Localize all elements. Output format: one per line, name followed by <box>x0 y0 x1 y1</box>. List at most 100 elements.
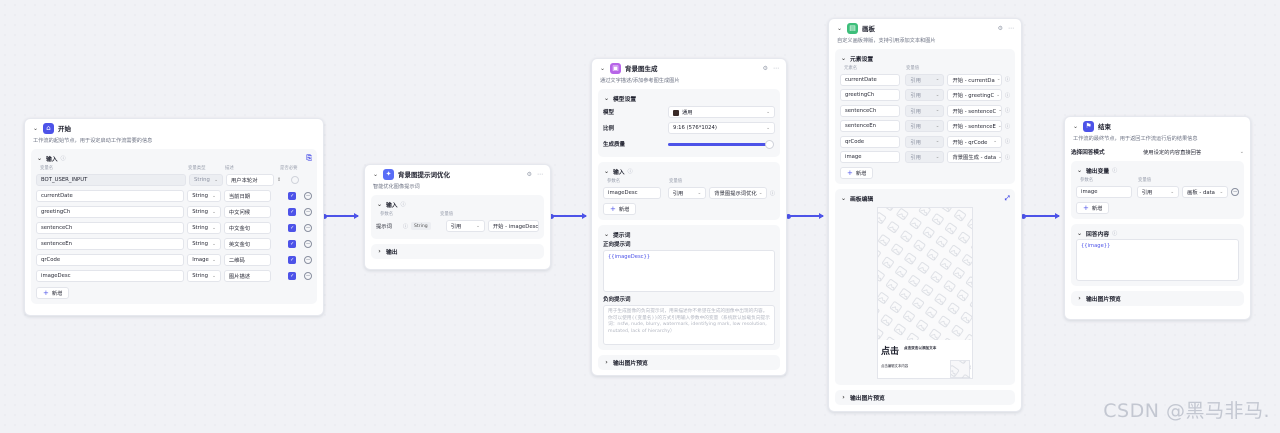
image-output-section[interactable]: › 输出图片预览 <box>598 355 780 370</box>
ref-value-select[interactable]: 开始 - imageDesc⌄ <box>487 220 540 232</box>
ref-type-select[interactable]: 引用 ⌄ <box>905 120 945 133</box>
ref-value-select[interactable]: 背景图生成 - data ⌄ <box>947 151 1002 164</box>
variable-type-select[interactable]: String ⌄ <box>187 222 221 234</box>
add-element-button[interactable]: + 新增 <box>840 167 874 179</box>
slider-handle[interactable] <box>765 139 774 149</box>
ref-value-select[interactable]: 画板 - data ⌄ <box>1182 186 1229 198</box>
expand-icon[interactable]: ⤢ <box>1005 194 1010 203</box>
collapse-chevron-icon[interactable]: ⌄ <box>376 201 383 208</box>
required-checkbox[interactable]: ✓ <box>288 224 297 232</box>
expand-chevron-icon[interactable]: › <box>1076 295 1083 302</box>
workflow-canvas[interactable]: ⌄ ⌂ 开始 工作流的起始节点，用于设定启动工作流需要的信息 ⌄ 输入 ⓘ ⎘ … <box>0 0 1280 433</box>
end-output-section[interactable]: › 输出图片预览 <box>1071 291 1244 306</box>
remove-icon[interactable]: − <box>304 240 312 248</box>
element-name-field[interactable]: sentenceEn <box>840 120 901 133</box>
element-name-field[interactable]: image <box>840 151 901 164</box>
required-checkbox[interactable]: ✓ <box>288 240 297 248</box>
variable-type-select[interactable]: String ⌄ <box>187 190 221 202</box>
ref-type-select[interactable]: 引用 ⌄ <box>905 151 945 164</box>
collapse-chevron-icon[interactable]: ⌄ <box>36 155 43 162</box>
ref-type-select[interactable]: 引用 ⌄ <box>905 135 945 148</box>
more-icon[interactable]: ⋯ <box>1008 25 1014 32</box>
required-checkbox[interactable]: ✓ <box>288 208 297 216</box>
canvas-output-section[interactable]: › 输出图片预览 <box>835 390 1015 405</box>
collapse-chevron-icon[interactable]: ⌄ <box>603 168 610 175</box>
expand-chevron-icon[interactable]: › <box>603 359 610 366</box>
element-name-field[interactable]: sentenceCh <box>840 104 901 117</box>
variable-type-select[interactable]: String ⌄ <box>187 270 221 282</box>
variable-name-field[interactable]: sentenceEn <box>36 238 185 250</box>
required-checkbox[interactable]: ✓ <box>288 272 297 280</box>
collapse-chevron-icon[interactable]: ⌄ <box>603 95 610 102</box>
end-node[interactable]: ⌄ ⚑ 结束 工作流的最终节点，用于返回工作流运行后的结果信息 选择回答模式 使… <box>1064 116 1251 320</box>
variable-desc-field[interactable]: 二维码 <box>223 254 272 266</box>
variable-type-select[interactable]: String ⌄ <box>189 174 223 186</box>
add-input-button[interactable]: + 新增 <box>603 203 637 215</box>
ref-value-select[interactable]: 背景图提示词优化 ⌄ <box>709 187 767 199</box>
positive-prompt-input[interactable]: {{imageDesc}} <box>603 250 775 292</box>
prompt-optimize-node[interactable]: ⌄ ✦ 背景图提示词优化 ⚙ ⋯ 智能优化图像提示词 ⌄ 输入 ⓘ 参数名 变量值… <box>364 164 551 270</box>
variable-desc-field[interactable]: 图片描述 <box>223 270 272 282</box>
expand-chevron-icon[interactable]: › <box>840 394 847 401</box>
quality-slider[interactable] <box>668 139 774 149</box>
more-icon[interactable]: ⋯ <box>773 65 779 72</box>
variable-desc-field[interactable]: 当前日期 <box>223 190 272 202</box>
element-name-field[interactable]: greetingCh <box>840 89 901 102</box>
input-name-field[interactable]: imageDesc <box>603 187 661 199</box>
add-output-button[interactable]: + 新增 <box>1076 202 1110 214</box>
image-generation-node[interactable]: ⌄ ▣ 背景图生成 ⚙ ⋯ 通过文字描述/添加参考图生成图片 ⌄ 模型设置 模型 通… <box>591 58 787 376</box>
canvas-node[interactable]: ⌄ ▤ 画板 ⚙ ⋯ 自定义画板排版，支持引用添加文本和图片 ⌄ 元素设置 元素名 … <box>828 18 1022 412</box>
output-name-field[interactable]: image <box>1076 186 1132 198</box>
collapse-chevron-icon[interactable]: ⌄ <box>836 25 843 32</box>
ref-type-select[interactable]: 引用 ⌄ <box>905 89 945 102</box>
answer-content-input[interactable]: {{image}} <box>1076 239 1239 281</box>
expand-chevron-icon[interactable]: › <box>376 248 383 255</box>
ref-value-select[interactable]: 开始 - currentDa ⌄ <box>947 73 1002 86</box>
variable-name-field[interactable]: BOT_USER_INPUT <box>36 174 186 186</box>
settings-icon[interactable]: ⚙ <box>763 65 768 72</box>
remove-icon[interactable]: − <box>1231 188 1239 196</box>
collapse-chevron-icon[interactable]: ⌄ <box>1072 123 1079 130</box>
ref-type-select[interactable]: 引用 ⌄ <box>1136 186 1180 198</box>
ref-value-select[interactable]: 开始 - sentenceC ⌄ <box>947 104 1002 117</box>
variable-desc-field[interactable]: 英文金句 <box>223 238 272 250</box>
ref-value-select[interactable]: 开始 - greetingC ⌄ <box>947 89 1002 102</box>
more-icon[interactable]: ⋯ <box>537 171 543 178</box>
ref-value-select[interactable]: 开始 - sentenceE ⌄ <box>947 120 1002 133</box>
negative-prompt-input[interactable]: 用于生成图像的负向提示词，用来描述你不希望在生成的图像中出现的内容。你可以使用{… <box>603 305 775 345</box>
ref-type-select[interactable]: 引用 ⌄ <box>667 187 707 199</box>
settings-icon[interactable]: ⚙ <box>527 171 532 178</box>
remove-icon[interactable]: − <box>304 256 312 264</box>
element-name-field[interactable]: currentDate <box>840 73 901 86</box>
collapse-chevron-icon[interactable]: ⌄ <box>840 55 847 62</box>
ref-type-select[interactable]: 引用 ⌄ <box>905 104 945 117</box>
required-checkbox[interactable]: ✓ <box>288 256 297 264</box>
settings-icon[interactable]: ⚙ <box>998 25 1003 32</box>
variable-name-field[interactable]: greetingCh <box>36 206 185 218</box>
variable-name-field[interactable]: qrCode <box>36 254 185 266</box>
required-checkbox[interactable]: ✓ <box>288 192 297 200</box>
variable-type-select[interactable]: Image ⌄ <box>187 254 221 266</box>
collapse-chevron-icon[interactable]: ⌄ <box>372 171 379 178</box>
variable-name-field[interactable]: sentenceCh <box>36 222 185 234</box>
variable-name-field[interactable]: imageDesc <box>36 270 185 282</box>
element-name-field[interactable]: qrCode <box>840 135 901 148</box>
variable-type-select[interactable]: String ⌄ <box>187 238 221 250</box>
start-node[interactable]: ⌄ ⌂ 开始 工作流的起始节点，用于设定启动工作流需要的信息 ⌄ 输入 ⓘ ⎘ … <box>24 118 324 316</box>
collapse-chevron-icon[interactable]: ⌄ <box>599 65 606 72</box>
ref-type-select[interactable]: 引用 ⌄ <box>905 73 945 86</box>
prompt-output-section[interactable]: › 输出 <box>371 244 544 259</box>
variable-desc-field[interactable]: 中文金句 <box>223 222 272 234</box>
collapse-chevron-icon[interactable]: ⌄ <box>32 125 39 132</box>
remove-icon[interactable]: − <box>304 224 312 232</box>
remove-icon[interactable]: − <box>304 208 312 216</box>
chevron-down-icon[interactable]: ⌄ <box>1240 149 1244 155</box>
canvas-preview[interactable]: 点击 点击双击以添加文本 点击编辑文本内容 <box>877 207 973 379</box>
remove-icon[interactable]: − <box>304 192 312 200</box>
import-icon[interactable]: ⎘ <box>306 154 312 163</box>
remove-icon[interactable]: − <box>304 272 312 280</box>
ref-type-select[interactable]: 引用 ⌄ <box>445 220 485 232</box>
variable-desc-field[interactable]: 用户本轮对 <box>226 174 274 186</box>
variable-type-select[interactable]: String ⌄ <box>187 206 221 218</box>
ref-value-select[interactable]: 开始 - qrCode ⌄ <box>947 135 1002 148</box>
